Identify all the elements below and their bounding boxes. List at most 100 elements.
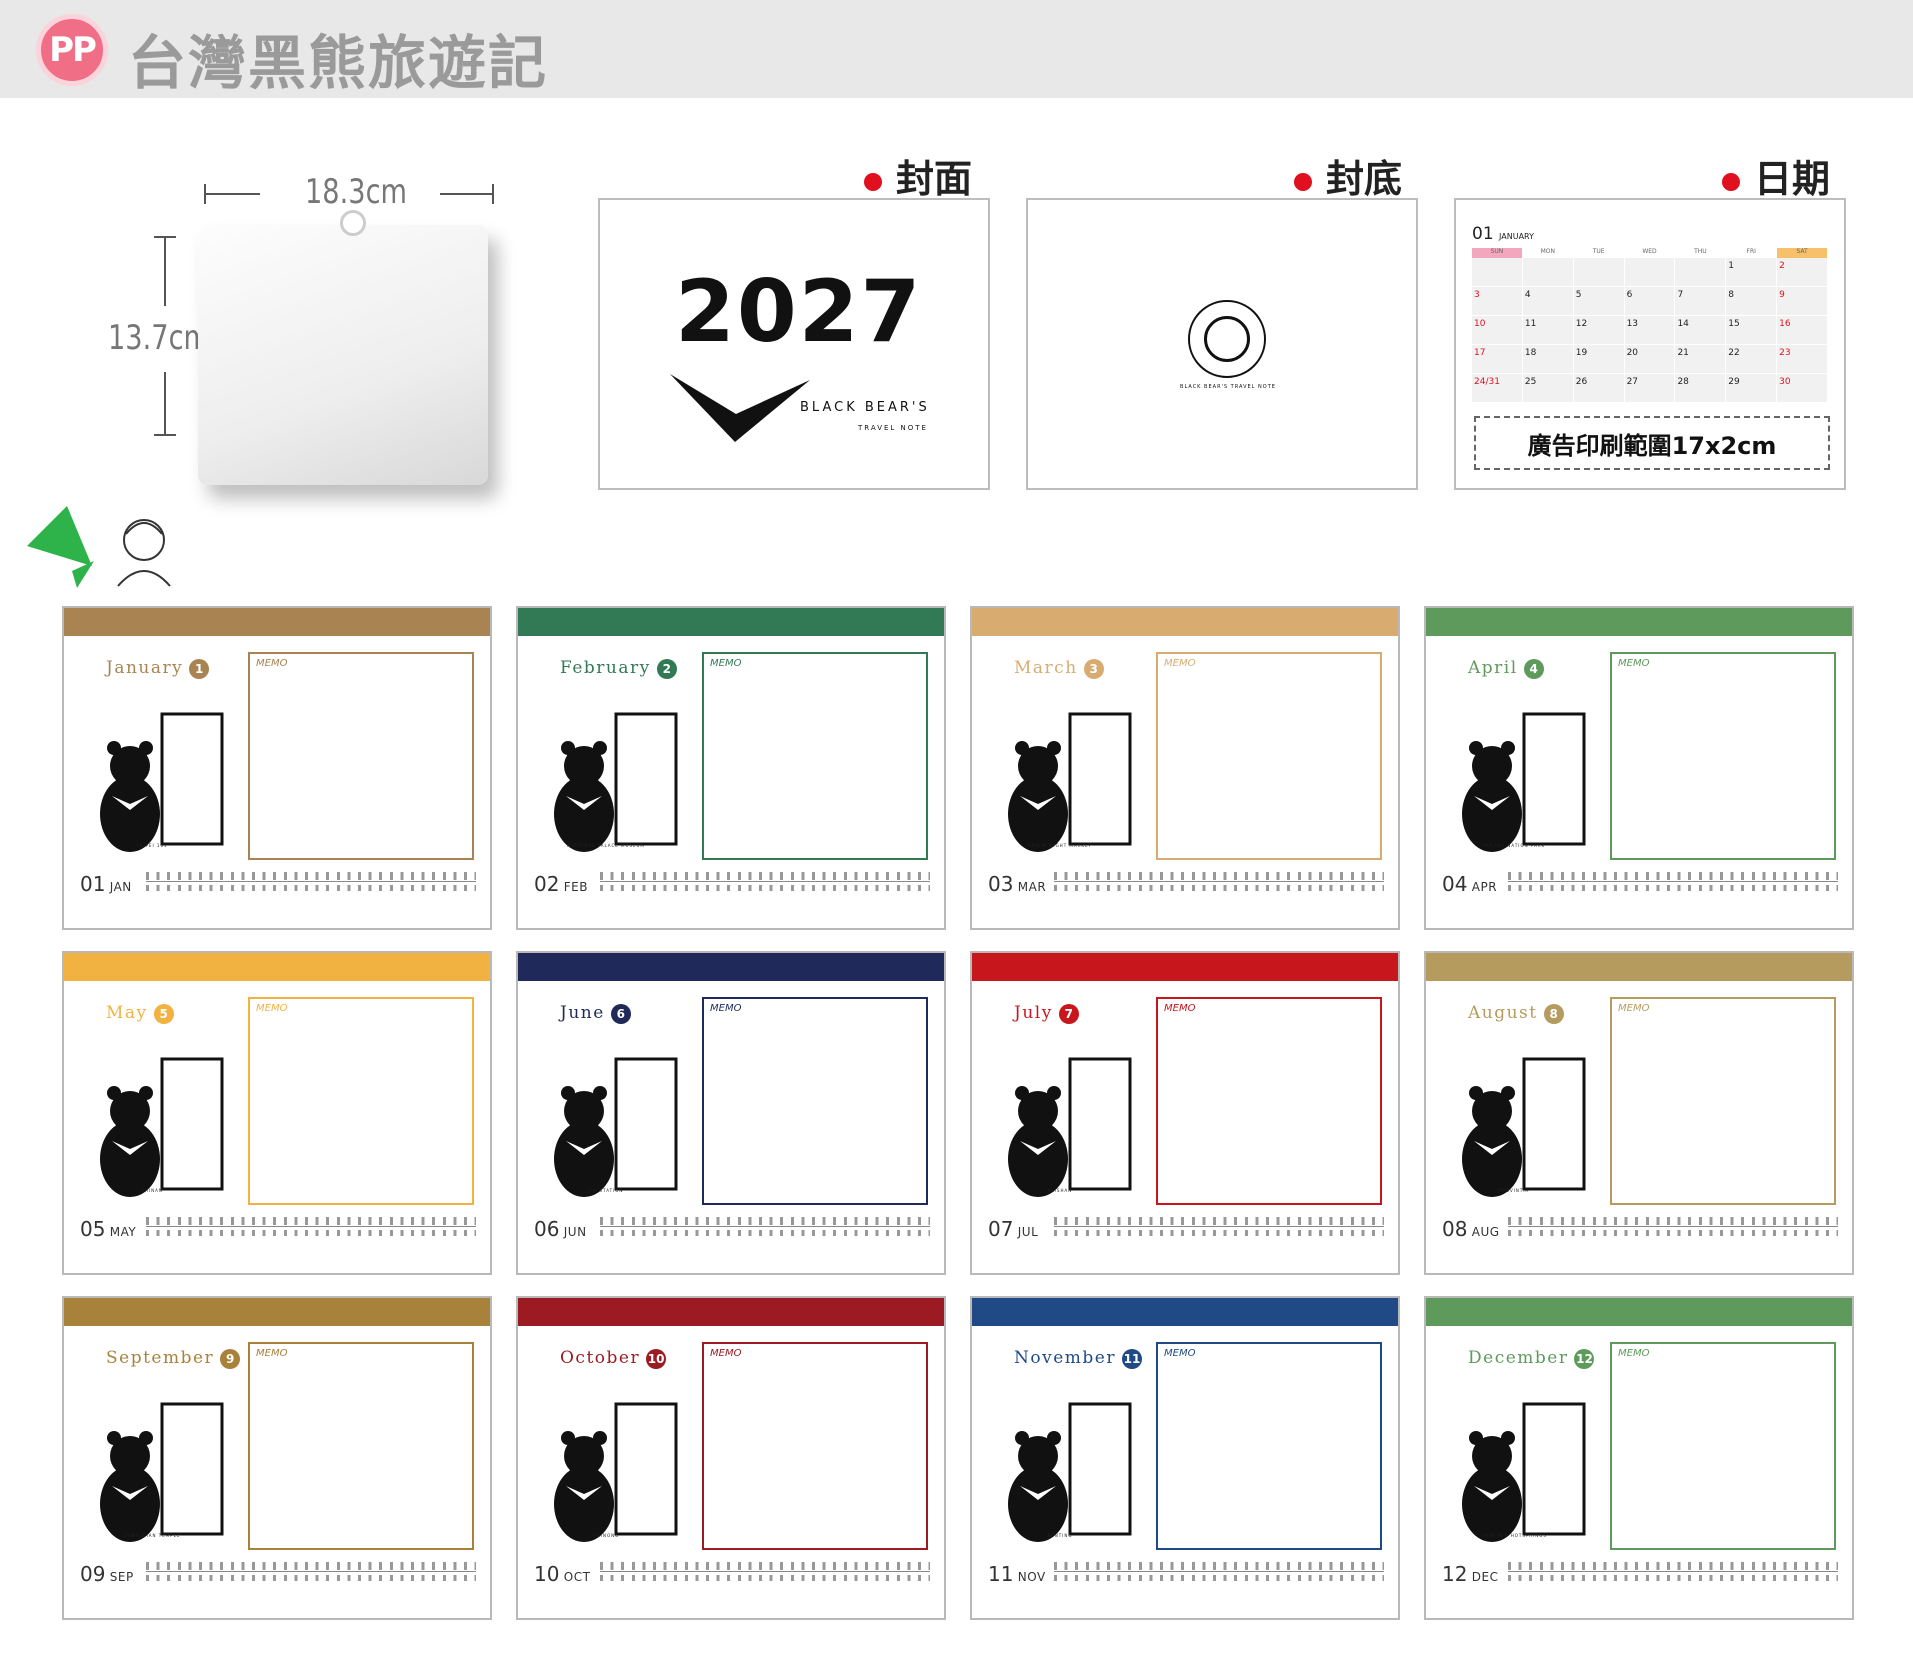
month-footer-code: 07 JUL [988,1217,1038,1241]
month-card-jul: July 7 MEMO ALISHAN 07 JUL [970,951,1400,1275]
height-rule-tick-top [154,236,176,238]
month-card-jan: January 1 MEMO TAIPEI 101 01 JAN [62,606,492,930]
month-code: 04 [1442,872,1468,896]
header-bar: PP 台灣黑熊旅遊記 [0,0,1913,98]
month-card-oct: October 10 MEMO MEINONG 10 OCT [516,1296,946,1620]
bear-landmark-illustration [1008,1057,1132,1197]
mini-calendar-day: 8 [1726,287,1777,315]
page: PP 台灣黑熊旅遊記 18.3cm 13.7cm 封面 封底 日期 2027 B… [0,0,1913,1667]
calendar-stand-image [198,225,488,485]
month-name-text: August [1468,1003,1538,1023]
day-strip-line [1508,1571,1838,1572]
month-code: 03 [988,872,1014,896]
month-name: December 12 [1468,1348,1595,1369]
bear-ear [1015,741,1029,755]
month-name-text: February [560,658,651,678]
mini-calendar-day: 22 [1726,345,1777,373]
day-strip-dots [1054,1217,1384,1225]
memo-box: MEMO [248,1342,474,1550]
month-footer-code: 05 MAY [80,1217,136,1241]
cover-preview: 2027 BLACK BEAR'S TRAVEL NOTE [598,198,990,490]
bear-ear [561,741,575,755]
mini-calendar-day: 18 [1522,345,1573,373]
landmark-shape [160,1402,224,1536]
cover-year: 2027 [675,262,923,362]
pp-logo: PP [36,14,108,86]
day-strip-dots [1508,1217,1838,1225]
bear-ear [1047,1086,1061,1100]
memo-box: MEMO [1610,652,1836,860]
month-name-text: November [1014,1348,1116,1368]
mini-calendar-day: 5 [1573,287,1624,315]
day-strip-line [600,1226,930,1227]
mini-calendar-day: 23 [1777,345,1828,373]
weekday-label: WED [1625,248,1676,258]
memo-box: MEMO [248,652,474,860]
bear-ear [1469,1431,1483,1445]
day-strip-dots [600,1217,930,1225]
bear-body [1462,1466,1522,1542]
month-name: August 8 [1468,1003,1564,1024]
mini-calendar-day: 14 [1675,316,1726,344]
day-strip-dots [146,1562,476,1570]
month-card-sep: September 9 MEMO CONFUCIAN TEMPLE 09 SEP [62,1296,492,1620]
day-strip-line [600,881,930,882]
location-caption: TAIPEI 101 [136,843,168,848]
weekday-label: MON [1523,248,1574,258]
month-footer-code: 01 JAN [80,872,132,896]
bear-landmark-illustration [1462,1057,1586,1197]
mini-calendar-week: 3456789 [1472,287,1828,316]
month-color-band [518,953,944,981]
height-label: 13.7cm [108,318,211,358]
back-view-label: 封底 [1294,148,1402,203]
width-label: 18.3cm [305,172,408,212]
month-color-band [518,608,944,636]
location-caption: ALISHAN [1047,1188,1073,1193]
bear-ear [1469,741,1483,755]
bear-ear [593,1431,607,1445]
day-strip [600,1215,930,1245]
month-card-apr: April 4 MEMO TAROKO NATION PARK 04 APR [1424,606,1854,930]
product-dimension-illustration: 18.3cm 13.7cm [100,170,520,500]
mini-calendar-day: 9 [1777,287,1828,315]
month-footer-code: 02 FEB [534,872,588,896]
mini-calendar-day [1624,258,1675,286]
bear-ear [1047,741,1061,755]
month-code: 11 [988,1562,1014,1586]
bear-ear [139,1086,153,1100]
location-caption: TAROKO NATION PARK [1482,843,1546,848]
bear-ear [1015,1086,1029,1100]
day-strip-nums [600,885,930,891]
bear-body [1462,776,1522,852]
month-footer-code: 11 NOV [988,1562,1046,1586]
month-color-band [64,608,490,636]
mini-calendar-day: 26 [1573,374,1624,402]
mini-calendar-day: 28 [1675,374,1726,402]
bear-ear [107,1086,121,1100]
month-code: 05 [80,1217,106,1241]
month-number-badge: 11 [1121,1348,1142,1369]
month-color-band [64,1298,490,1326]
cover-view-label: 封面 [864,148,972,203]
bear-ear [139,1431,153,1445]
day-strip-dots [1054,1562,1384,1570]
bear-check-logo-icon [670,374,810,442]
month-name-text: June [560,1003,605,1023]
month-abbr: MAY [105,1225,137,1239]
day-strip [1054,1560,1384,1590]
weekday-label: SAT [1777,248,1829,258]
mini-calendar-day: 3 [1472,287,1522,315]
day-strip-nums [1508,1230,1838,1236]
cover-brand-sub: TRAVEL NOTE [858,424,928,432]
location-caption: MEINONG [592,1533,620,1538]
mini-calendar-day: 24/31 [1472,374,1522,402]
month-name-text: January [106,658,184,678]
month-name: July 7 [1014,1003,1079,1024]
mini-calendar-day: 1 [1726,258,1777,286]
bear-body [1008,1466,1068,1542]
month-name: October 10 [560,1348,667,1369]
mini-calendar-day: 13 [1624,316,1675,344]
month-code: 02 [534,872,560,896]
bear-landmark-illustration [1008,712,1132,852]
memo-label: MEMO [1618,1348,1650,1359]
